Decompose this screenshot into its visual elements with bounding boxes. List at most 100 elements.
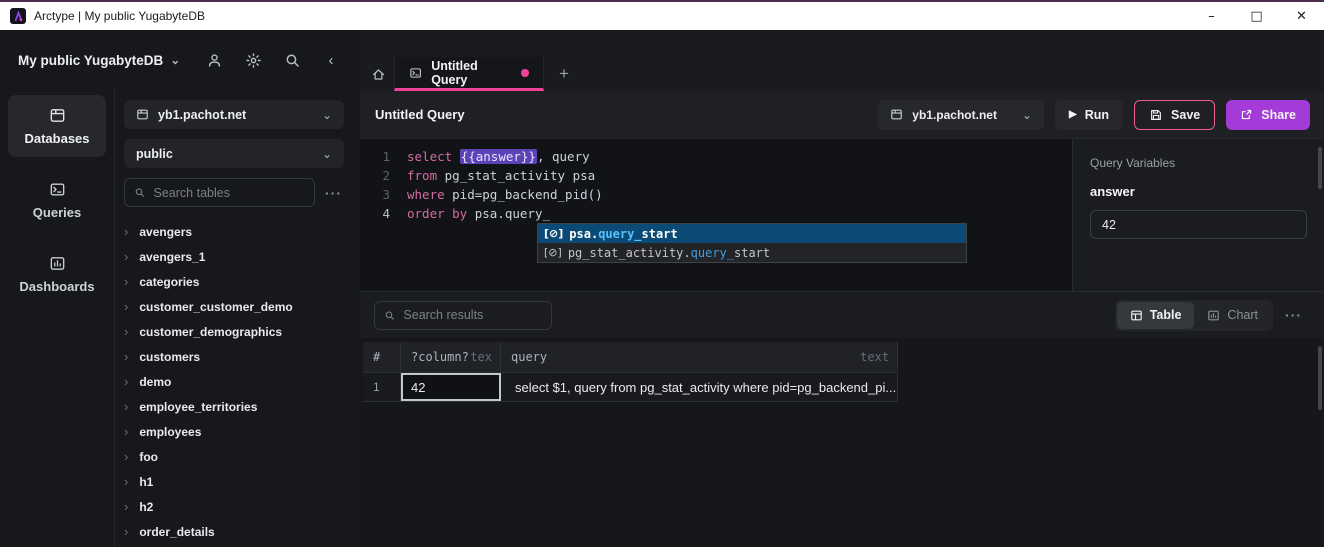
column-header-query[interactable]: query text [501,342,898,372]
user-icon[interactable] [205,51,223,69]
table-item[interactable]: › customer_demographics [124,319,344,344]
suggestion-match: query_ [691,246,734,260]
share-button[interactable]: Share [1226,100,1310,130]
field-icon: [⊘] [544,227,563,240]
close-button[interactable]: ✕ [1279,2,1324,30]
table-name: employee_territories [139,400,257,414]
table-name: h1 [139,475,153,489]
tables-more-icon[interactable]: ··· [315,185,344,201]
maximize-button[interactable]: □ [1234,2,1279,30]
arctype-logo-icon [10,8,26,24]
code-line: 1select {{answer}}, query [360,147,1072,166]
table-item[interactable]: ›avengers [124,219,344,244]
nav-item-queries[interactable]: Queries [8,169,106,231]
results-section: Table Chart ··· # [360,291,1324,547]
tables-search-row: ··· [124,178,344,207]
sidebar-header: My public YugabyteDB ⌄ ‹ [0,30,360,90]
home-icon [371,67,386,82]
gear-icon[interactable] [244,51,262,69]
suggestion-prefix: pg_stat_activity. [568,246,691,260]
table-item[interactable]: ›avengers_1 [124,244,344,269]
chevron-right-icon: › [124,525,128,538]
autocomplete-popup: [⊘]psa.query_start[⊘]pg_stat_activity.qu… [537,223,967,263]
main-area: Untitled Query + Untitled Query yb1.pach… [360,30,1324,547]
table-item[interactable]: ›employee_territories [124,394,344,419]
results-search[interactable] [374,301,552,330]
code-text: where pid=pg_backend_pid() [407,185,603,204]
results-more-icon[interactable]: ··· [1285,307,1304,323]
table-item[interactable]: ›categories [124,269,344,294]
table-name: customer_demographics [139,325,282,339]
variable-name: answer [1090,184,1307,199]
search-icon [384,309,395,322]
workspace-selector[interactable]: My public YugabyteDB ⌄ [18,53,180,68]
search-icon[interactable] [283,51,301,69]
column-header-column[interactable]: ?column? tex [401,342,501,372]
table-item[interactable]: ›demo [124,369,344,394]
nav-item-databases[interactable]: Databases [8,95,106,157]
connection-select[interactable]: yb1.pachot.net ⌄ [124,100,344,129]
save-icon [1149,108,1163,122]
table-item[interactable]: ›foo [124,444,344,469]
tables-panel: yb1.pachot.net ⌄ public ⌄ ··· › [115,90,360,547]
table-item[interactable]: ›order_details [124,519,344,544]
sidebar-body: Databases Queries Dashboards [0,90,360,547]
scrollbar[interactable] [1318,346,1322,410]
column-header-index[interactable]: # [363,342,401,372]
collapse-sidebar-icon[interactable]: ‹ [322,51,340,69]
tables-search-input[interactable] [154,186,305,200]
nav-label: Databases [24,131,89,146]
table-name: customers [139,350,200,364]
run-button[interactable]: ▶ Run [1055,100,1123,130]
chevron-right-icon: › [124,300,128,313]
view-table-label: Table [1150,308,1182,322]
table-item[interactable]: ›customer_customer_demo [124,294,344,319]
table-icon [1130,309,1143,322]
result-cell-query[interactable]: select $1, query from pg_stat_activity w… [501,373,898,401]
tables-search[interactable] [124,178,315,207]
results-table: # ?column? tex query text 142select $1, … [363,342,897,402]
save-button[interactable]: Save [1134,100,1215,130]
code-segment: order by [407,206,475,221]
code-segment: psa.query_ [475,206,550,221]
save-label: Save [1171,108,1200,122]
nav-label: Dashboards [19,279,94,294]
view-chart-button[interactable]: Chart [1194,302,1271,329]
autocomplete-item[interactable]: [⊘] pg_stat_activity.query_start [538,243,966,262]
autocomplete-item[interactable]: [⊘]psa.query_start [538,224,966,243]
query-header: Untitled Query yb1.pachot.net ⌄ ▶ Run [360,91,1324,139]
sql-editor[interactable]: 1select {{answer}}, query2from pg_stat_a… [360,139,1072,291]
column-name: # [373,350,380,364]
view-table-button[interactable]: Table [1117,302,1195,329]
table-item[interactable]: ›h2 [124,494,344,519]
tables-list: ›avengers›avengers_1›categories›customer… [124,219,344,547]
minimize-button[interactable]: – [1189,2,1234,30]
new-tab-button[interactable]: + [544,57,584,91]
results-search-input[interactable] [403,308,542,322]
result-cell-column[interactable]: 42 [401,373,501,401]
scrollbar[interactable] [1318,147,1322,189]
suggestion-text: pg_stat_activity.query_start [568,246,770,260]
code-segment: from [407,168,445,183]
results-view-controls: Table Chart ··· [1115,300,1304,331]
variable-value-input[interactable] [1090,210,1307,239]
view-toggle: Table Chart [1115,300,1273,331]
query-connection-select[interactable]: yb1.pachot.net ⌄ [878,100,1044,130]
dashboards-icon [49,255,66,272]
field-icon: [⊘] [544,246,562,259]
code-segment: {{answer}} [460,149,537,164]
tab-untitled-query[interactable]: Untitled Query [394,57,544,91]
nav-item-dashboards[interactable]: Dashboards [8,243,106,305]
chevron-right-icon: › [124,325,128,338]
row-index-cell[interactable]: 1 [363,373,401,401]
databases-icon [49,107,66,124]
table-name: avengers_1 [139,250,205,264]
table-item[interactable]: ›h1 [124,469,344,494]
code-segment: pid=pg_backend_pid() [452,187,603,202]
tab-home[interactable] [362,57,394,91]
table-item[interactable]: ›employees [124,419,344,444]
schema-select[interactable]: public ⌄ [124,139,344,168]
chevron-right-icon: › [124,425,128,438]
table-item[interactable]: ›customers [124,344,344,369]
column-type: tex [470,350,492,364]
